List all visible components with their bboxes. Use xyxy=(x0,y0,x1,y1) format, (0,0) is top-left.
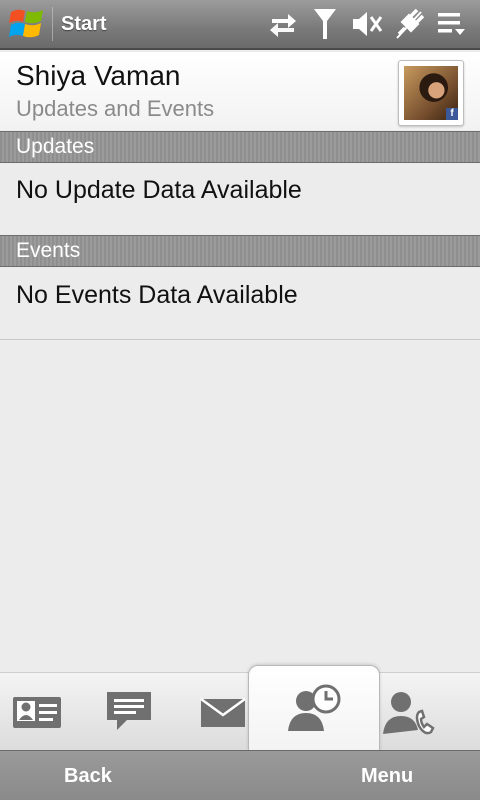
signal-icon[interactable] xyxy=(304,4,346,44)
separator xyxy=(52,7,53,41)
data-connection-icon[interactable] xyxy=(262,4,304,44)
tab-updates-events[interactable] xyxy=(248,665,380,751)
contact-card-icon xyxy=(13,697,61,728)
events-empty-message: No Events Data Available xyxy=(16,281,298,309)
menu-softkey[interactable]: Menu xyxy=(361,751,413,800)
tab-strip xyxy=(0,665,480,751)
person-phone-icon xyxy=(383,692,435,735)
divider xyxy=(0,339,480,340)
updates-empty-message: No Update Data Available xyxy=(16,176,302,204)
menu-list-icon[interactable] xyxy=(430,4,472,44)
softkey-bar: Back Menu xyxy=(0,750,480,800)
updates-section-header: Updates xyxy=(0,131,480,163)
message-bubble-icon xyxy=(107,692,151,730)
status-bar: Start xyxy=(0,0,480,50)
avatar: f xyxy=(404,66,458,120)
person-clock-icon xyxy=(288,684,341,731)
envelope-icon xyxy=(200,697,246,727)
tab-contact-card[interactable] xyxy=(0,673,74,751)
facebook-icon: f xyxy=(446,108,458,120)
volume-muted-icon[interactable] xyxy=(346,4,388,44)
contact-photo[interactable]: f xyxy=(398,60,464,126)
start-label[interactable]: Start xyxy=(61,13,107,36)
power-plug-icon[interactable] xyxy=(388,4,430,44)
contact-name: Shiya Vaman xyxy=(16,60,181,91)
tab-messages[interactable] xyxy=(92,673,166,751)
contact-subtitle: Updates and Events xyxy=(16,96,215,121)
contact-header: Shiya Vaman Updates and Events f xyxy=(0,52,480,130)
back-softkey[interactable]: Back xyxy=(64,751,112,800)
windows-start-icon[interactable] xyxy=(4,1,50,47)
events-section-header: Events xyxy=(0,235,480,267)
status-icons xyxy=(262,4,472,44)
tab-call-history[interactable] xyxy=(378,673,438,751)
